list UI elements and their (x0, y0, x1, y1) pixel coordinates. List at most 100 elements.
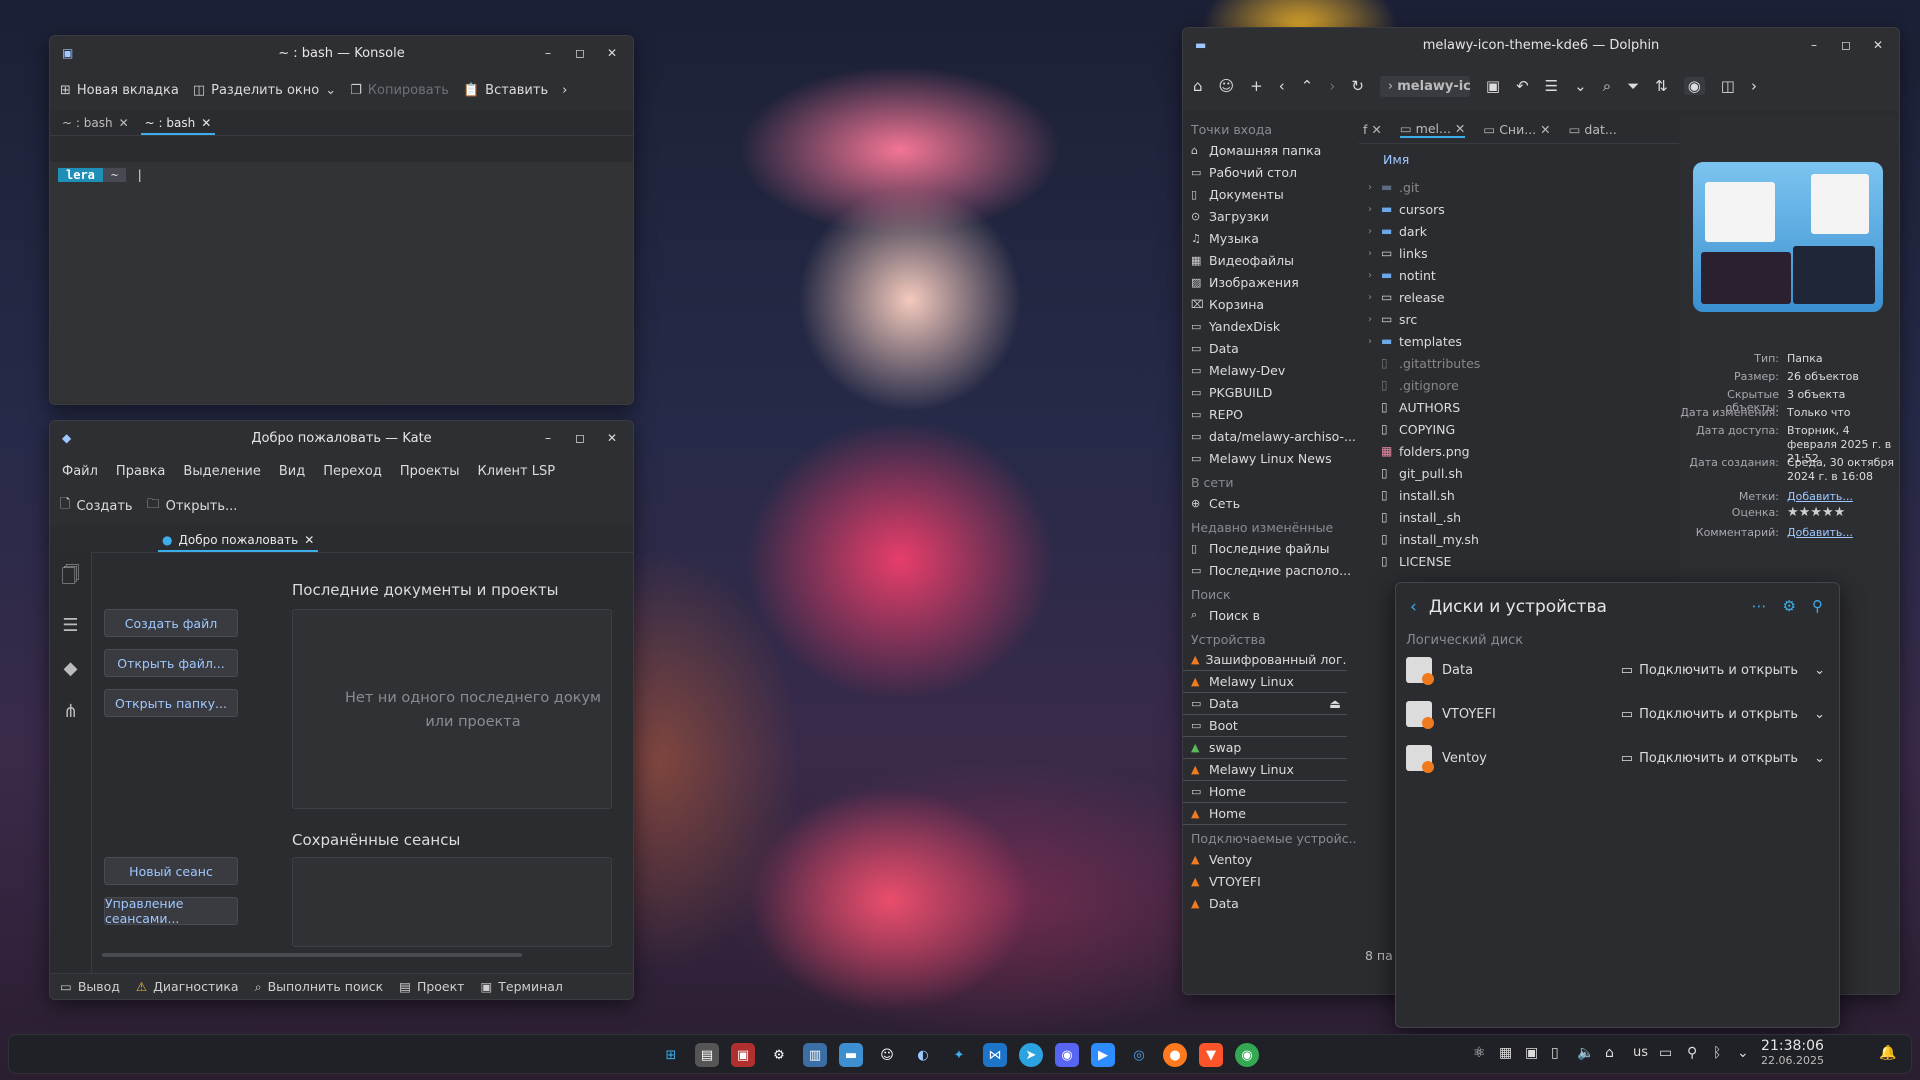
location-bar[interactable]: › melawy-icc (1379, 75, 1470, 97)
info-rating[interactable]: Оценка: ★★★★★ (1679, 506, 1899, 520)
new-session-button[interactable]: Новый сеанс (104, 857, 238, 885)
konsole-titlebar[interactable]: ▣ ~ : bash — Konsole – ◻ ✕ (50, 36, 633, 70)
device-row[interactable]: Ventoy ▭ Подключить и открыть ⌄ (1406, 741, 1825, 775)
device-item[interactable]: ▭ Boot (1183, 715, 1347, 737)
dolphin-titlebar[interactable]: ▬ melawy-icon-theme-kde6 — Dolphin – ◻ ✕ (1183, 28, 1899, 62)
manage-sessions-button[interactable]: Управление сеансами... (104, 896, 238, 926)
filter-icon[interactable]: ⏷ (1627, 77, 1639, 95)
dolphin-tab[interactable]: f ✕ (1363, 122, 1382, 137)
screen-icon[interactable]: ▭ (1659, 1045, 1672, 1061)
documents-icon[interactable]: 🗍 (62, 563, 80, 593)
menu-file[interactable]: Файл (62, 464, 98, 479)
project-button[interactable]: ▤ Проект (399, 979, 464, 994)
place-item[interactable]: ⊙ Загрузки (1183, 205, 1357, 227)
file-row[interactable]: ▯ AUTHORS (1359, 396, 1679, 418)
chevron-down-icon[interactable]: ⌄ (1574, 77, 1587, 95)
konsole-tab-1[interactable]: ~ : bash ✕ (58, 116, 133, 135)
file-row[interactable]: ▦ folders.png (1359, 440, 1679, 462)
minimize-button[interactable]: – (537, 42, 559, 64)
paste-button[interactable]: 📋 Вставить (463, 83, 548, 98)
split-icon[interactable]: ◫ (1721, 77, 1735, 95)
undo-icon[interactable]: ↶ (1516, 77, 1529, 95)
place-item[interactable]: ⌕ Поиск в (1183, 604, 1357, 626)
expand-arrow-icon[interactable]: › (1359, 336, 1381, 347)
open-file-button[interactable]: Открыть файл... (104, 649, 238, 677)
konsole-window[interactable]: ▣ ~ : bash — Konsole – ◻ ✕ ⊞ Новая вкладк… (49, 35, 634, 405)
dolphin-tab[interactable]: ▭ mel... ✕ (1399, 121, 1466, 138)
system-tray-icon[interactable]: ⚛ (1473, 1045, 1486, 1061)
place-item[interactable]: ▭ PKGBUILD (1183, 381, 1357, 403)
file-row[interactable]: › ▭ release (1359, 286, 1679, 308)
place-item[interactable]: ⌂ Домашняя папка (1183, 139, 1357, 161)
view-mode-icon[interactable]: ☰ (1545, 77, 1558, 95)
place-item[interactable]: ▭ Рабочий стол (1183, 161, 1357, 183)
forward-icon[interactable]: › (1329, 77, 1335, 95)
terminal-icon[interactable]: ☺ (1219, 77, 1235, 95)
up-icon[interactable]: ⌃ (1301, 77, 1314, 95)
window-switcher-icon[interactable]: ▤ (695, 1043, 719, 1067)
file-row[interactable]: › ▭ src (1359, 308, 1679, 330)
expand-arrow-icon[interactable]: › (1359, 292, 1381, 303)
disks-devices-popup[interactable]: ‹ Диски и устройства ⋯ ⚙ ⚲ Логический ди… (1395, 582, 1840, 1028)
app-icon[interactable]: ▣ (731, 1043, 755, 1067)
kate-window[interactable]: ◆ Добро пожаловать — Kate – ◻ ✕ Файл Пра… (49, 420, 634, 1000)
removable-item[interactable]: ▲ Ventoy (1183, 848, 1357, 870)
dolphin-tab[interactable]: ▭ dat... (1569, 122, 1617, 137)
file-row[interactable]: ▯ git_pull.sh (1359, 462, 1679, 484)
close-button[interactable]: ✕ (1867, 34, 1889, 56)
place-item[interactable]: ▨ Изображения (1183, 271, 1357, 293)
drive-icon[interactable]: ▣ (1486, 77, 1500, 95)
mount-open-button[interactable]: ▭ Подключить и открыть (1621, 751, 1798, 766)
terminal-button[interactable]: ▣ Терминал (480, 979, 562, 994)
terminal-icon[interactable]: ☺ (875, 1043, 899, 1067)
mount-open-button[interactable]: ▭ Подключить и открыть (1621, 707, 1798, 722)
menu-lsp[interactable]: Клиент LSP (478, 464, 556, 479)
telegram-icon[interactable]: ➤ (1019, 1043, 1043, 1067)
expand-arrow-icon[interactable]: › (1359, 226, 1381, 237)
file-row[interactable]: › ▬ dark (1359, 220, 1679, 242)
chevron-down-icon[interactable]: ⌄ (1814, 707, 1825, 722)
night-light-icon[interactable]: ⚲ (1687, 1045, 1697, 1061)
bluetooth-icon[interactable]: ᛒ (1713, 1045, 1721, 1061)
search-button[interactable]: ⌕ Выполнить поиск (255, 979, 384, 995)
settings-icon[interactable]: ⚙ (767, 1043, 791, 1067)
konsole-tab-2[interactable]: ~ : bash ✕ (140, 116, 216, 135)
close-icon[interactable]: ✕ (119, 116, 129, 130)
device-item[interactable]: ▲ Зашифрованный лог... (1183, 649, 1347, 671)
file-row[interactable]: › ▭ links (1359, 242, 1679, 264)
sort-icon[interactable]: ⇅ (1655, 77, 1668, 95)
new-icon[interactable]: + (1250, 77, 1263, 95)
place-item[interactable]: ▭ Последние располо... (1183, 559, 1357, 581)
vscode-icon[interactable]: ⋈ (983, 1043, 1007, 1067)
clipboard-icon[interactable]: ▯ (1551, 1045, 1559, 1061)
expand-arrow-icon[interactable]: › (1359, 182, 1381, 193)
start-menu-icon[interactable]: ⊞ (659, 1043, 683, 1067)
horizontal-scrollbar[interactable] (102, 953, 522, 957)
firefox-icon[interactable]: ● (1163, 1043, 1187, 1067)
info-comment[interactable]: Комментарий: Добавить... (1679, 526, 1899, 540)
maximize-button[interactable]: ◻ (569, 42, 591, 64)
usb-icon[interactable]: ⌂ (1605, 1045, 1614, 1061)
close-icon[interactable]: ✕ (1455, 121, 1465, 136)
removable-item[interactable]: ▲ VTOYEFI (1183, 870, 1357, 892)
maximize-button[interactable]: ◻ (569, 427, 591, 449)
expand-arrow-icon[interactable]: › (1359, 270, 1381, 281)
kate-icon[interactable]: ✦ (947, 1043, 971, 1067)
browser-icon[interactable]: ◎ (1127, 1043, 1151, 1067)
chevron-down-icon[interactable]: ⌄ (1814, 663, 1825, 678)
place-item[interactable]: ⊕ Сеть (1183, 492, 1357, 514)
place-item[interactable]: ▯ Документы (1183, 183, 1357, 205)
file-row[interactable]: ▯ LICENSE (1359, 550, 1679, 572)
pin-icon[interactable]: ⚲ (1812, 597, 1823, 615)
more-options-icon[interactable]: ⋯ (1752, 597, 1767, 615)
info-tags[interactable]: Метки: Добавить... (1679, 490, 1899, 504)
output-button[interactable]: ▭ Вывод (60, 979, 120, 994)
place-item[interactable]: ▭ REPO (1183, 403, 1357, 425)
close-button[interactable]: ✕ (601, 427, 623, 449)
device-row[interactable]: VTOYEFI ▭ Подключить и открыть ⌄ (1406, 697, 1825, 731)
file-row[interactable]: › ▬ templates (1359, 330, 1679, 352)
device-item[interactable]: ▭ Data ⏏ (1183, 693, 1347, 715)
minimize-button[interactable]: – (1803, 34, 1825, 56)
discord-icon[interactable]: ◉ (1055, 1043, 1079, 1067)
git-icon[interactable]: ◆ (64, 658, 78, 679)
